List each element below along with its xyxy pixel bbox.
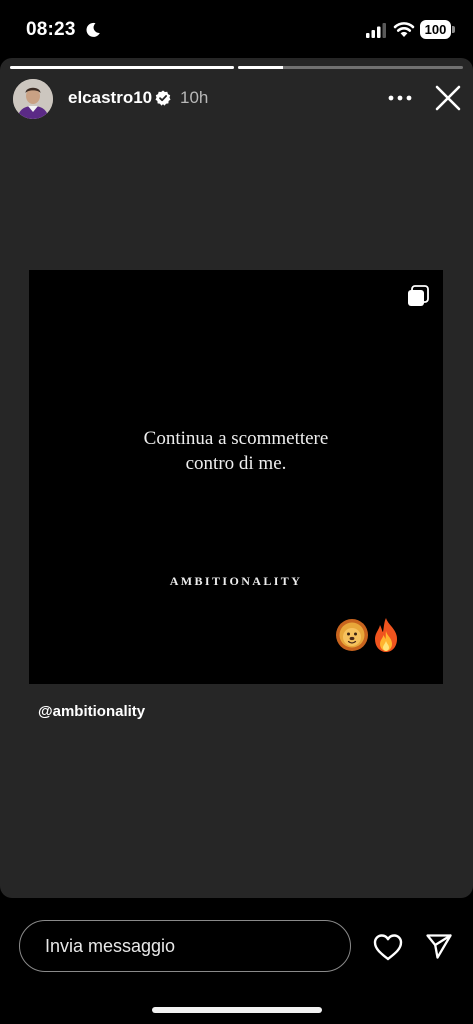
post-quote-line: contro di me. [185,453,287,474]
progress-fill [10,66,234,69]
story-time-ago: 10h [180,88,209,107]
wifi-icon [393,22,415,37]
progress-segment [10,66,234,69]
message-input[interactable]: Invia messaggio [19,920,351,972]
carousel-icon [408,285,429,306]
moon-icon [86,22,100,37]
avatar[interactable] [13,79,53,119]
battery-cap [452,26,455,33]
post-quote: Continua a scommettere contro di me. [29,426,443,476]
message-input-placeholder: Invia messaggio [45,936,176,956]
story-progress [10,66,463,69]
post-brand: AMBITIONALITY [169,574,303,588]
story-username[interactable]: elcastro10 [68,88,152,108]
signal-icon [366,23,386,38]
lion-sticker [336,619,368,651]
post-quote-line: Continua a scommettere [143,428,329,449]
progress-segment [238,66,463,69]
heart-icon[interactable] [372,932,404,962]
story-card[interactable]: elcastro10 10h Continua a scommettere co… [0,58,473,898]
more-icon[interactable] [386,88,414,108]
mention-link[interactable]: @ambitionality [38,703,145,720]
status-time: 08:23 [26,19,76,40]
progress-fill [238,66,283,69]
close-icon[interactable] [432,82,464,114]
send-icon[interactable] [425,932,453,960]
verified-badge-icon [155,90,171,106]
fire-sticker [375,618,397,652]
status-bar: 08:23 100 [0,0,473,58]
story-screen: 08:23 100 elcastro10 10h Continua a scom… [0,0,473,1024]
shared-post[interactable]: Continua a scommettere contro di me. AMB… [29,270,443,684]
avatar-image [13,79,53,119]
battery-icon: 100 [420,20,451,39]
home-indicator [152,1007,322,1013]
